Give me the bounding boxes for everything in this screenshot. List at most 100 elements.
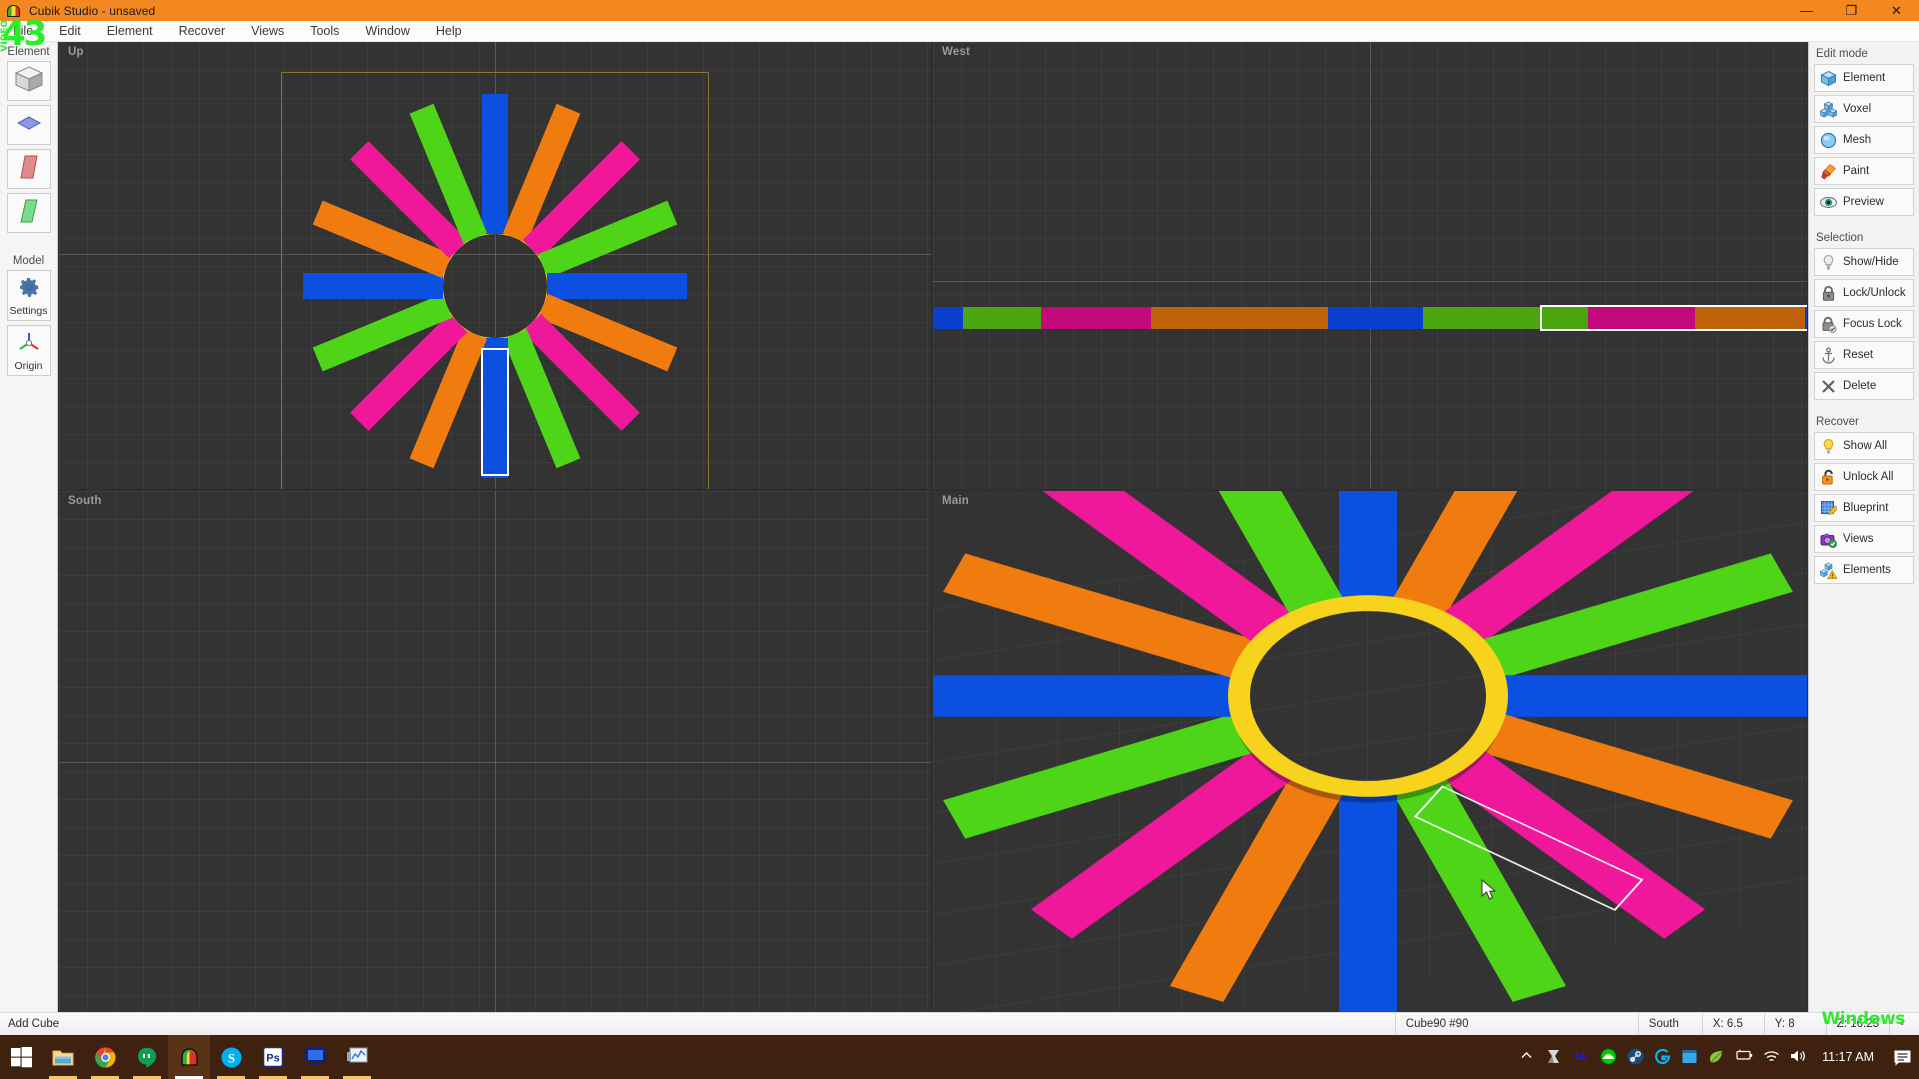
- model-settings-button[interactable]: Settings: [6, 270, 51, 321]
- selection-focus-lock-button[interactable]: Focus Lock: [1814, 310, 1914, 338]
- element-plane-red-button[interactable]: [6, 149, 51, 189]
- taskbar-skype[interactable]: S: [210, 1035, 252, 1079]
- start-button[interactable]: [0, 1035, 42, 1079]
- hangouts-icon: [138, 1047, 156, 1068]
- edit-mode-mesh-label: Mesh: [1843, 134, 1872, 146]
- edit-mode-section-title: Edit mode: [1816, 48, 1868, 60]
- eye-icon: [1820, 194, 1837, 211]
- windows-logo-icon: [10, 1046, 32, 1067]
- viewport-south[interactable]: South: [59, 491, 931, 1035]
- right-panel: Edit mode Element Voxel Mesh Paint Previ…: [1808, 42, 1919, 1035]
- notification-icon[interactable]: [1889, 1035, 1915, 1079]
- svg-text:S: S: [227, 1050, 234, 1065]
- steam-icon[interactable]: [1627, 1048, 1645, 1066]
- element-plane-blue-button[interactable]: [6, 105, 51, 145]
- close-button[interactable]: ✕: [1874, 0, 1919, 21]
- gear-icon: [17, 275, 41, 304]
- taskbar-google-chrome[interactable]: [84, 1035, 126, 1079]
- recover-show-all-label: Show All: [1843, 440, 1888, 452]
- element-plane-green-button[interactable]: [6, 193, 51, 233]
- green-circle-icon[interactable]: [1600, 1048, 1618, 1066]
- viewport-main[interactable]: Main: [933, 491, 1807, 1035]
- model-iso-wrapper: [933, 548, 1807, 940]
- menu-edit[interactable]: Edit: [46, 21, 94, 42]
- taskbar-file-explorer[interactable]: [42, 1035, 84, 1079]
- minimize-button[interactable]: —: [1784, 0, 1829, 21]
- viewport-main-cursor: [1481, 878, 1499, 906]
- model-flower-perspective[interactable]: [933, 491, 1807, 1035]
- status-direction: South: [1637, 1012, 1702, 1036]
- edit-mode-voxel-button[interactable]: Voxel: [1814, 95, 1914, 123]
- cubik-studio-window: Cubik Studio - unsaved — ❐ ✕ File Edit E…: [0, 0, 1919, 1079]
- viewport-main-label: Main: [942, 495, 969, 507]
- element-cube-button[interactable]: [6, 61, 51, 101]
- selection-delete-button[interactable]: Delete: [1814, 372, 1914, 400]
- model-strip-segment[interactable]: [1041, 307, 1151, 329]
- edit-mode-preview-button[interactable]: Preview: [1814, 188, 1914, 216]
- blue-square-icon[interactable]: [1681, 1048, 1699, 1066]
- bb-text-icon[interactable]: bb: [1573, 1048, 1591, 1066]
- status-coord-y: Y: 8: [1763, 1012, 1826, 1036]
- recover-views-button[interactable]: Views: [1814, 525, 1914, 553]
- recover-elements-label: Elements: [1843, 564, 1891, 576]
- model-strip-segment[interactable]: [1151, 307, 1328, 329]
- menu-recover[interactable]: Recover: [166, 21, 239, 42]
- sphere-icon: [1820, 132, 1837, 149]
- menu-help[interactable]: Help: [423, 21, 475, 42]
- edit-mode-paint-button[interactable]: Paint: [1814, 157, 1914, 185]
- viewport-up-label: Up: [68, 46, 84, 58]
- speaker-icon[interactable]: [1789, 1048, 1807, 1066]
- restore-button[interactable]: ❐: [1829, 0, 1874, 21]
- leaf-check-icon[interactable]: [1708, 1048, 1726, 1066]
- model-origin-button[interactable]: Origin: [6, 325, 51, 376]
- menu-tools[interactable]: Tools: [297, 21, 352, 42]
- model-strip-west-view[interactable]: [933, 305, 1807, 331]
- taskbar-photoshop[interactable]: Ps: [252, 1035, 294, 1079]
- viewport-west[interactable]: West: [933, 42, 1807, 489]
- model-strip-segment[interactable]: [1423, 307, 1540, 329]
- cube-blue-icon: [1820, 70, 1837, 87]
- selection-reset-button[interactable]: Reset: [1814, 341, 1914, 369]
- taskbar-clock[interactable]: 11:17 AM: [1816, 1050, 1880, 1064]
- taskbar-hangouts[interactable]: [126, 1035, 168, 1079]
- logitech-g-icon[interactable]: [1654, 1048, 1672, 1066]
- blueprint-pencil-icon: [1820, 500, 1839, 517]
- viewport-up[interactable]: Up: [59, 42, 931, 489]
- camera-check-icon: [1820, 531, 1837, 548]
- model-strip-segment[interactable]: [933, 307, 963, 329]
- ribbon-grey-icon[interactable]: [1546, 1048, 1564, 1066]
- video-watermark: VIDEO 43: [0, 17, 47, 52]
- edit-mode-element-button[interactable]: Element: [1814, 64, 1914, 92]
- rail-group-model-label: Model: [12, 255, 45, 267]
- selection-lock-unlock-label: Lock/Unlock: [1843, 287, 1906, 299]
- rail-divider: [0, 237, 57, 251]
- recover-show-all-button[interactable]: Show All: [1814, 432, 1914, 460]
- wifi-icon[interactable]: [1762, 1048, 1780, 1066]
- recover-blueprint-button[interactable]: Blueprint: [1814, 494, 1914, 522]
- windows-taskbar: S Ps bb 11:17 AM: [0, 1035, 1919, 1079]
- menu-window[interactable]: Window: [352, 21, 422, 42]
- selected-element-outline[interactable]: [481, 348, 509, 476]
- chevron-up-icon[interactable]: [1519, 1048, 1537, 1066]
- taskbar-remote-desktop[interactable]: [294, 1035, 336, 1079]
- recover-elements-button[interactable]: Elements: [1814, 556, 1914, 584]
- selection-outline[interactable]: [1540, 305, 1807, 331]
- model-settings-label: Settings: [9, 305, 48, 317]
- edit-mode-paint-label: Paint: [1843, 165, 1870, 177]
- svg-text:Ps: Ps: [266, 1053, 279, 1065]
- selection-show-hide-button[interactable]: Show/Hide: [1814, 248, 1914, 276]
- edit-mode-voxel-label: Voxel: [1843, 103, 1872, 115]
- battery-icon[interactable]: [1735, 1048, 1753, 1066]
- menu-views[interactable]: Views: [238, 21, 297, 42]
- taskbar-cubik-studio[interactable]: [168, 1035, 210, 1079]
- model-strip-segment[interactable]: [1328, 307, 1423, 329]
- recover-blueprint-label: Blueprint: [1843, 502, 1889, 514]
- menu-element[interactable]: Element: [94, 21, 166, 42]
- model-strip-segment[interactable]: [963, 307, 1041, 329]
- taskbar-media-app[interactable]: [336, 1035, 378, 1079]
- edit-mode-mesh-button[interactable]: Mesh: [1814, 126, 1914, 154]
- selection-lock-unlock-button[interactable]: Lock/Unlock: [1814, 279, 1914, 307]
- x-cross-icon: [1820, 378, 1837, 395]
- panel-divider-2: [1809, 403, 1919, 410]
- recover-unlock-all-button[interactable]: Unlock All: [1814, 463, 1914, 491]
